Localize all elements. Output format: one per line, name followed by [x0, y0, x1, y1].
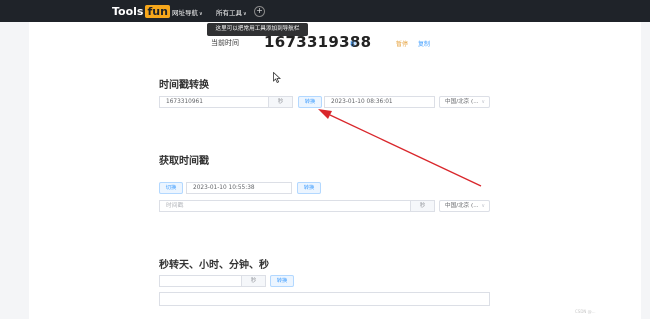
annotation-arrow [318, 109, 482, 187]
watermark: CSDN @... [575, 309, 596, 314]
